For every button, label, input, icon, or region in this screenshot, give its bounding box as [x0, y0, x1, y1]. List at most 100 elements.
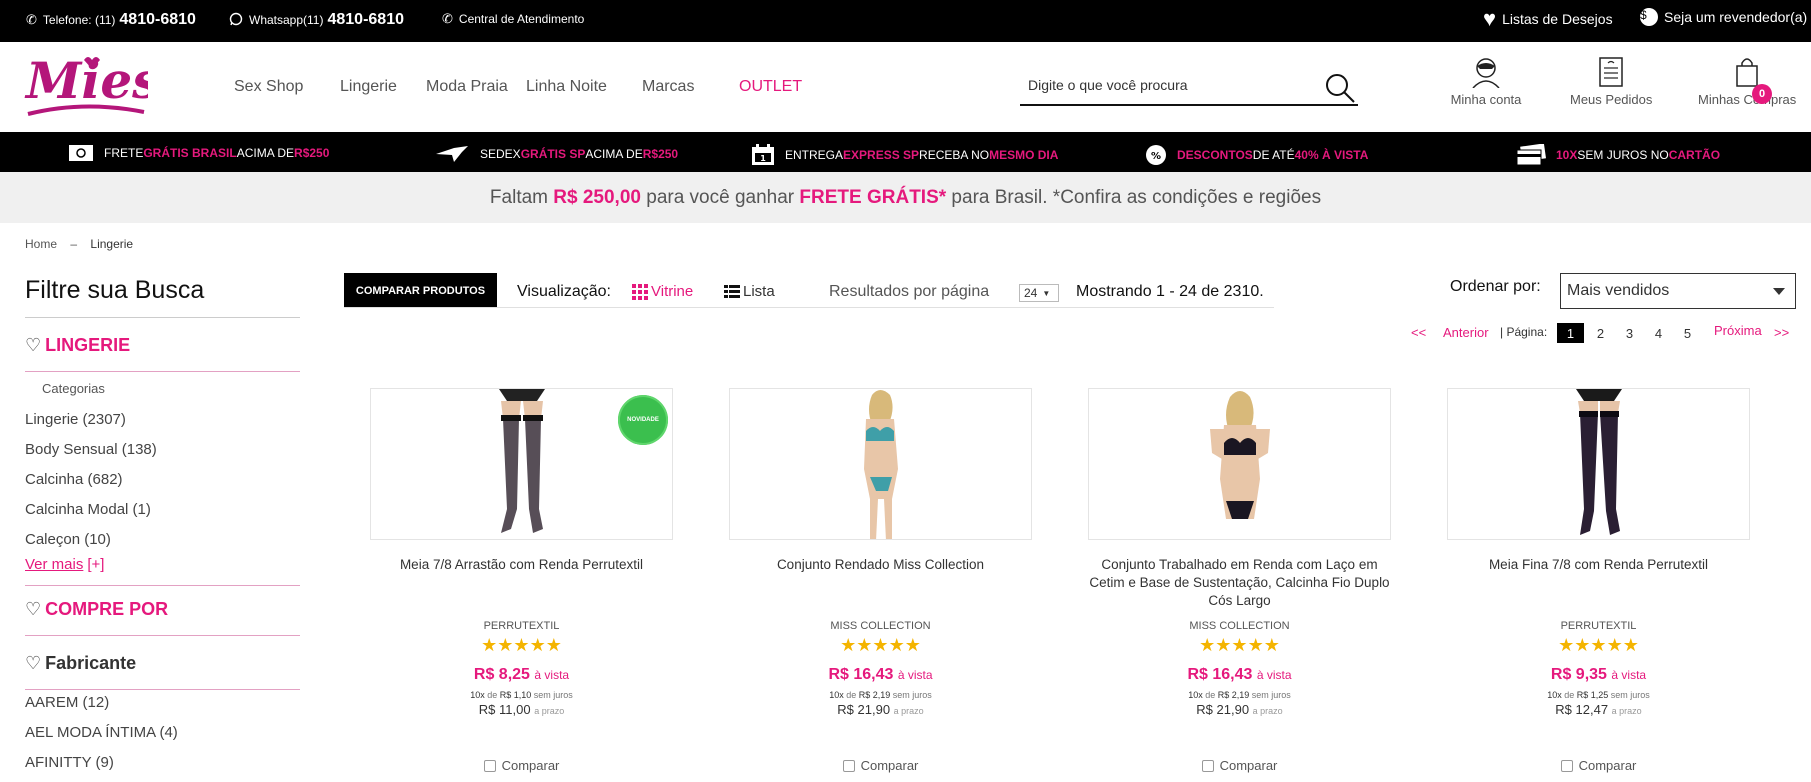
- compare-checkbox[interactable]: Comparar: [729, 758, 1032, 773]
- breadcrumb-home[interactable]: Home: [25, 237, 57, 251]
- svg-text:%: %: [1151, 151, 1161, 162]
- product-name[interactable]: Conjunto Trabalhado em Renda com Laço em…: [1088, 556, 1391, 610]
- user-mask-icon: [1472, 58, 1500, 88]
- view-lista[interactable]: Lista: [724, 283, 775, 300]
- nav-linha-noite[interactable]: Linha Noite: [526, 78, 607, 96]
- stockings-image: [498, 389, 545, 533]
- lingerie-model-image: [1209, 391, 1270, 519]
- nav-marcas[interactable]: Marcas: [642, 78, 694, 96]
- view-vitrine[interactable]: Vitrine: [632, 283, 693, 300]
- product-card[interactable]: NOVIDADE Meia 7/8 Arrastão com Renda Per…: [370, 388, 673, 782]
- product-image[interactable]: [1088, 388, 1391, 540]
- brand-aarem[interactable]: AAREM (12): [25, 694, 109, 711]
- product-card[interactable]: Conjunto Rendado Miss Collection MISS CO…: [729, 388, 1032, 782]
- heart-outline-icon: ♡: [25, 599, 42, 619]
- search-icon[interactable]: [1324, 72, 1356, 104]
- brand-afinitty[interactable]: AFINITTY (9): [25, 754, 114, 771]
- product-image[interactable]: NOVIDADE: [370, 388, 673, 540]
- pagination-prev[interactable]: Anterior: [1443, 325, 1489, 340]
- reseller-link[interactable]: $ Seja um revendedor(a): [1640, 8, 1807, 26]
- results-per-page-label: Resultados por página: [829, 283, 990, 300]
- compare-checkbox[interactable]: Comparar: [1088, 758, 1391, 773]
- section-lingerie[interactable]: ♡ LINGERIE: [25, 332, 300, 372]
- category-calcinha-modal[interactable]: Calcinha Modal (1): [25, 501, 151, 518]
- reseller-label: Seja um revendedor(a): [1664, 9, 1808, 25]
- compare-products-button[interactable]: Comparar produtos: [344, 273, 497, 308]
- ver-mais-link[interactable]: Ver mais [+]: [25, 556, 104, 573]
- calendar-icon: 1: [752, 144, 774, 165]
- sidebar-title: Filtre sua Busca: [25, 270, 300, 318]
- whatsapp-label: Whatsapp(11): [249, 13, 324, 27]
- phone-contact[interactable]: ✆ Telefone: (11) 4810-6810: [26, 11, 196, 29]
- product-card[interactable]: Meia Fina 7/8 com Renda Perrutextil PERR…: [1447, 388, 1750, 782]
- brand-ael-moda-intima[interactable]: AEL MODA ÍNTIMA (4): [25, 724, 178, 741]
- whatsapp-contact[interactable]: Whatsapp(11) 4810-6810: [229, 11, 404, 29]
- nav-moda-praia[interactable]: Moda Praia: [426, 78, 508, 96]
- category-calecon[interactable]: Caleçon (10): [25, 531, 111, 548]
- category-body-sensual[interactable]: Body Sensual (138): [25, 441, 157, 458]
- pagination-first[interactable]: <<: [1411, 325, 1426, 340]
- phone-number: 4810-6810: [119, 11, 196, 28]
- free-shipping-banner: Faltam R$ 250,00 para você ganhar FRETE …: [0, 172, 1811, 223]
- cart-label: Minhas Compras: [1698, 92, 1797, 107]
- sort-label: Ordenar por:: [1450, 278, 1541, 295]
- orders-link[interactable]: Meus Pedidos: [1570, 56, 1652, 107]
- pagination-next[interactable]: Próxima: [1714, 323, 1762, 338]
- results-count: Mostrando 1 - 24 de 2310.: [1076, 283, 1264, 300]
- pagination-page-2[interactable]: 2: [1587, 323, 1614, 343]
- promo-descontos: % Descontos de até 40% à vista: [1145, 144, 1368, 166]
- percent-icon: %: [1146, 145, 1166, 165]
- caret-down-icon: ▼: [1042, 288, 1051, 298]
- section-fabricante[interactable]: ♡ Fabricante: [25, 650, 300, 690]
- compare-checkbox[interactable]: Comparar: [1447, 758, 1750, 773]
- central-link[interactable]: ✆ Central de Atendimento: [442, 11, 584, 27]
- price-installment-total: R$ 12,47 a prazo: [1555, 702, 1642, 717]
- money-icon: [69, 145, 93, 161]
- cart-link[interactable]: Minhas Compras 0: [1698, 56, 1796, 107]
- product-image[interactable]: [1447, 388, 1750, 540]
- category-calcinha[interactable]: Calcinha (682): [25, 471, 123, 488]
- whatsapp-icon: [229, 12, 243, 29]
- pagination-page-3[interactable]: 3: [1616, 323, 1643, 343]
- product-name[interactable]: Meia Fina 7/8 com Renda Perrutextil: [1447, 556, 1750, 574]
- product-name[interactable]: Conjunto Rendado Miss Collection: [729, 556, 1032, 574]
- product-price: R$ 16,43 à vista: [1187, 666, 1292, 683]
- sort-select[interactable]: Mais vendidos: [1560, 273, 1796, 309]
- cart-count-badge: 0: [1752, 84, 1772, 104]
- pagination-page-4[interactable]: 4: [1645, 323, 1672, 343]
- rating-stars: ★★★★★: [1199, 635, 1280, 655]
- promo-bar: Frete Grátis Brasil acima de R$250 Sedex…: [0, 132, 1811, 172]
- product-image[interactable]: [729, 388, 1032, 540]
- section-compre-por[interactable]: ♡ COMPRE POR: [25, 596, 300, 636]
- pagination-last[interactable]: >>: [1774, 325, 1789, 340]
- toolbar-divider: [344, 307, 1274, 308]
- nav-outlet[interactable]: OUTLET: [739, 78, 802, 96]
- search-input[interactable]: [1020, 66, 1310, 104]
- checkbox-icon[interactable]: [1201, 759, 1214, 772]
- coin-icon: $: [1640, 8, 1658, 26]
- header: Miess Sex Shop Lingerie Moda Praia Linha…: [0, 42, 1811, 132]
- nav-lingerie[interactable]: Lingerie: [340, 78, 397, 96]
- product-card[interactable]: Conjunto Trabalhado em Renda com Laço em…: [1088, 388, 1391, 782]
- category-lingerie[interactable]: Lingerie (2307): [25, 411, 126, 428]
- miess-logo[interactable]: Miess: [24, 48, 148, 122]
- per-page-select[interactable]: 24 ▼: [1019, 284, 1059, 302]
- product-name[interactable]: Meia 7/8 Arrastão com Renda Perrutextil: [370, 556, 673, 574]
- account-link[interactable]: Minha conta: [1449, 56, 1523, 107]
- checkbox-icon[interactable]: [483, 759, 496, 772]
- checkbox-icon[interactable]: [842, 759, 855, 772]
- rating-stars: ★★★★★: [840, 635, 921, 655]
- divider: [25, 584, 300, 586]
- pagination-page-5[interactable]: 5: [1674, 323, 1701, 343]
- rating-stars: ★★★★★: [1558, 635, 1639, 655]
- nav-sex-shop[interactable]: Sex Shop: [234, 78, 303, 96]
- whatsapp-number: 4810-6810: [327, 11, 404, 28]
- novidade-badge: NOVIDADE: [618, 395, 668, 445]
- stockings-image: [1575, 389, 1622, 535]
- categories-label: Categorias: [42, 381, 105, 396]
- checkbox-icon[interactable]: [1560, 759, 1573, 772]
- pagination-page-1[interactable]: 1: [1557, 323, 1584, 343]
- top-bar: ✆ Telefone: (11) 4810-6810 Whatsapp(11) …: [0, 0, 1811, 42]
- compare-checkbox[interactable]: Comparar: [370, 758, 673, 773]
- wishlist-link[interactable]: ♥ Listas de Desejos: [1483, 8, 1613, 30]
